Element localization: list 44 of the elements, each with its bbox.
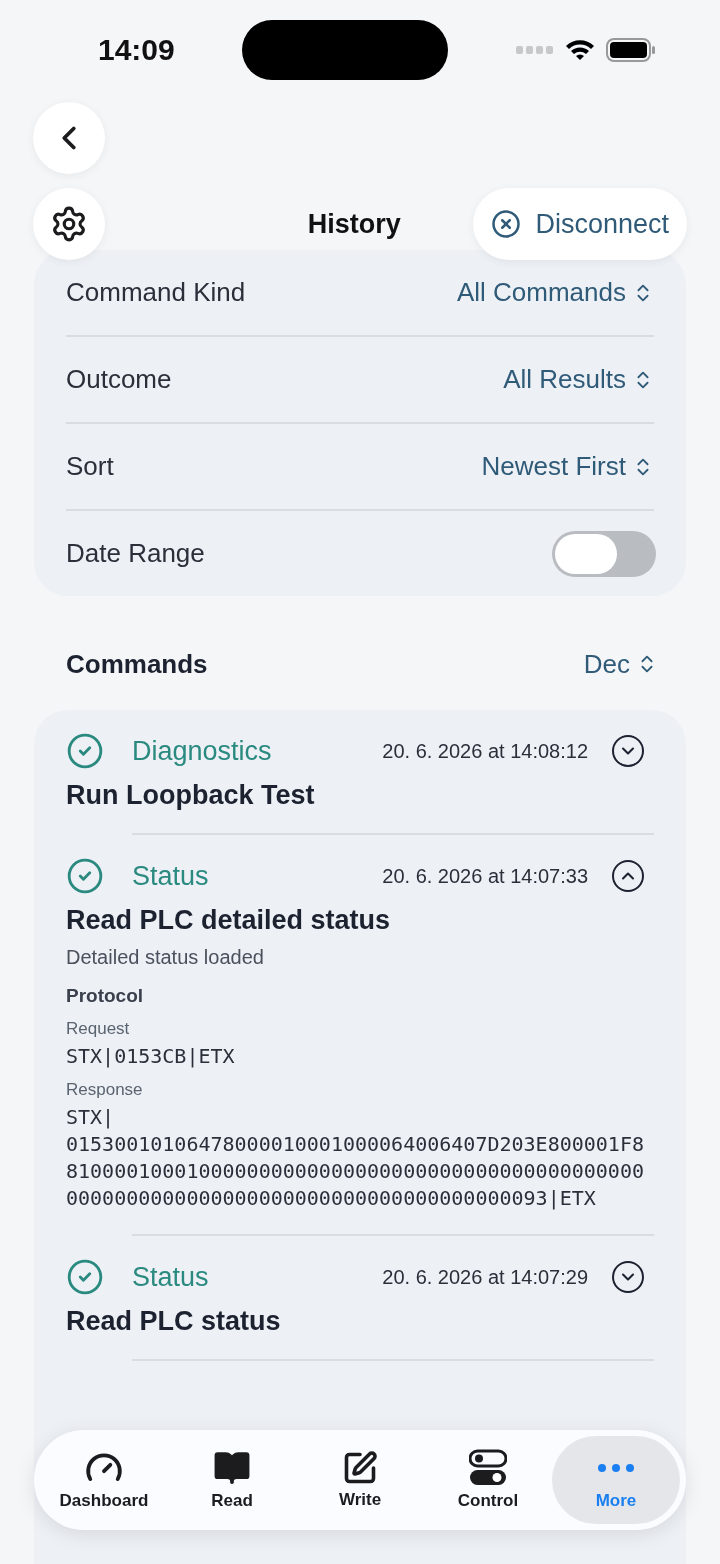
command-title: Read PLC detailed status bbox=[66, 905, 392, 936]
command-title: Read PLC status bbox=[66, 1306, 282, 1337]
disconnect-button[interactable]: Disconnect bbox=[473, 188, 687, 260]
toggles-icon bbox=[469, 1449, 507, 1487]
tab-item[interactable]: Control bbox=[424, 1436, 552, 1524]
book-icon bbox=[213, 1449, 251, 1487]
tab-item[interactable]: Read bbox=[168, 1436, 296, 1524]
more-icon bbox=[598, 1464, 634, 1472]
tab-item[interactable]: Dashboard bbox=[40, 1436, 168, 1524]
filter-label: Command Kind bbox=[66, 277, 246, 308]
picker-button[interactable]: All Results bbox=[503, 364, 654, 395]
response-label: Response bbox=[66, 1080, 144, 1100]
picker-button[interactable]: Newest First bbox=[481, 451, 654, 482]
command-timestamp: 20. 6. 2026 at 14:07:33 bbox=[382, 864, 588, 888]
pencil-square-icon bbox=[342, 1450, 378, 1486]
command-title: Run Loopback Test bbox=[66, 780, 316, 811]
protocol-heading: Protocol bbox=[66, 985, 145, 1007]
filter-label: Outcome bbox=[66, 364, 172, 395]
command-timestamp: 20. 6. 2026 at 14:08:12 bbox=[382, 739, 588, 763]
signal-icon bbox=[516, 45, 554, 55]
expand-toggle[interactable] bbox=[612, 860, 644, 892]
response-frame: STX| 01530010106478000010001000064006407D203E800001F8 810000100010000000000000000000000000000000000000 0000000000000000000000000000000000000093|ETX bbox=[66, 1104, 654, 1212]
close-circle-icon bbox=[491, 209, 522, 239]
request-label: Request bbox=[66, 1019, 131, 1039]
command-category: Diagnostics bbox=[132, 735, 273, 767]
picker-button[interactable]: All Commands bbox=[456, 277, 654, 308]
expand-toggle[interactable] bbox=[612, 735, 644, 767]
tab-item[interactable]: Write bbox=[296, 1436, 424, 1524]
command-timestamp: 20. 6. 2026 at 14:07:29 bbox=[382, 1265, 588, 1289]
filter-label: Date Range bbox=[66, 538, 205, 569]
toggle-switch[interactable] bbox=[552, 530, 656, 577]
settings-icon bbox=[50, 205, 88, 243]
section-title: Commands bbox=[66, 648, 208, 680]
wifi-icon bbox=[564, 38, 596, 62]
order-picker[interactable]: Dec bbox=[583, 648, 658, 680]
request-frame: STX|0153CB|ETX bbox=[66, 1043, 654, 1070]
command-result: Detailed status loaded bbox=[66, 946, 265, 969]
command-category: Status bbox=[132, 860, 210, 892]
filter-label: Sort bbox=[66, 451, 114, 482]
expand-toggle[interactable] bbox=[612, 1261, 644, 1293]
command-category: Status bbox=[132, 1261, 210, 1293]
battery-icon bbox=[606, 38, 656, 62]
screen-title: History bbox=[307, 208, 401, 240]
status-time: 14:09 bbox=[98, 33, 175, 67]
